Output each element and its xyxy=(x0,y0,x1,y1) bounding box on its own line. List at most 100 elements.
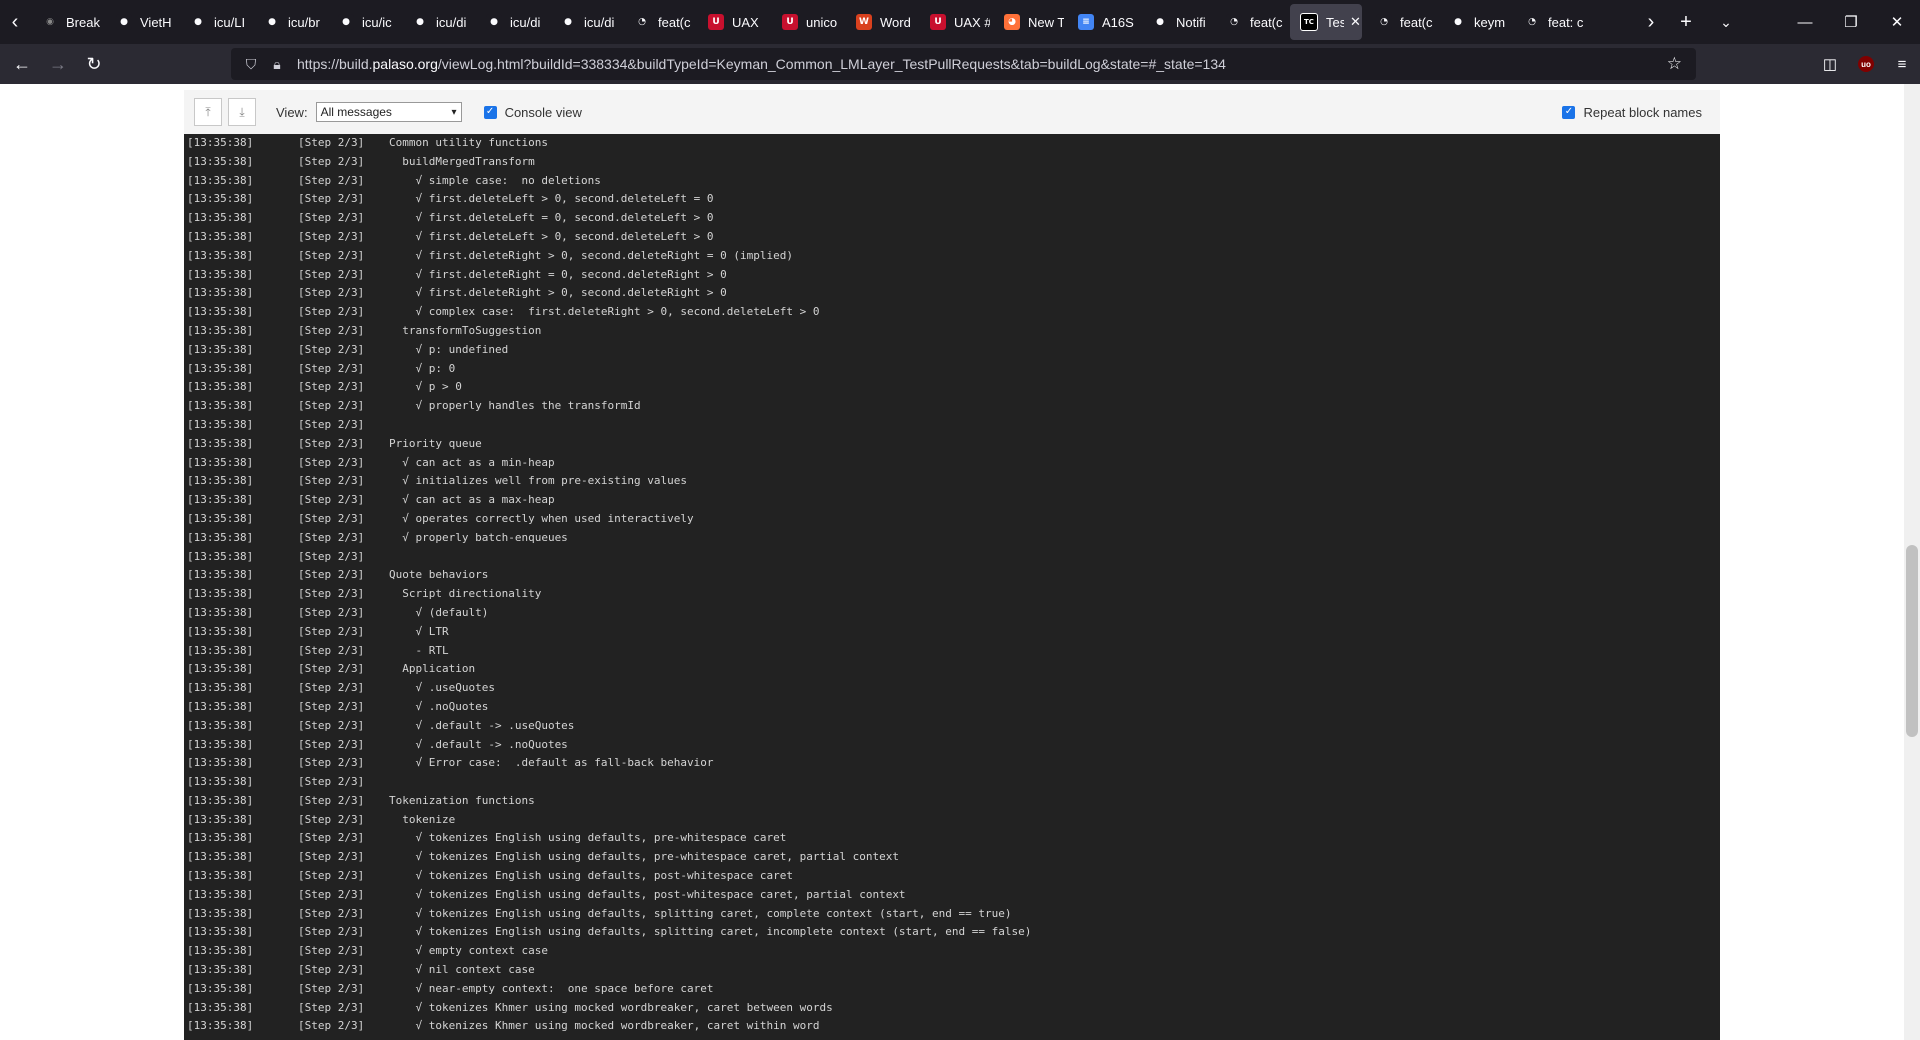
log-timestamp: [13:35:38] xyxy=(187,399,254,413)
browser-tab[interactable]: U UAX xyxy=(698,4,768,40)
log-step: [Step 2/3] xyxy=(298,699,365,713)
browser-tab[interactable]: ◉ Break xyxy=(32,4,102,40)
log-timestamp: [13:35:38] xyxy=(187,568,254,582)
log-step: [Step 2/3] xyxy=(298,1019,365,1033)
browser-tab-label: feat(c xyxy=(1400,14,1433,30)
scrollbar-thumb[interactable] xyxy=(1906,545,1918,737)
scroll-to-top-icon[interactable]: ⤒ xyxy=(194,98,222,126)
url-bar[interactable]: ⛉ 🔒︎ https://build.palaso.org/viewLog.ht… xyxy=(231,48,1696,80)
browser-tab[interactable]: ● icu/di xyxy=(402,4,472,40)
log-step: [Step 2/3] xyxy=(298,417,365,431)
log-line: [13:35:38] [Step 2/3] √ (default) xyxy=(184,604,1720,623)
log-message: - RTL xyxy=(389,643,449,657)
browser-tab[interactable]: ● icu/LI xyxy=(180,4,250,40)
unicode-icon: U xyxy=(782,14,798,30)
tracking-protection-icon[interactable]: ⛉ xyxy=(239,56,263,73)
bookmark-star-icon[interactable]: ☆ xyxy=(1667,54,1682,74)
log-line: [13:35:38] [Step 2/3] √ tokenizes English… xyxy=(184,867,1720,886)
browser-tab-label: icu/LI xyxy=(214,14,246,30)
log-step: [Step 2/3] xyxy=(298,775,365,789)
log-message: Script directionality xyxy=(389,587,542,601)
github-icon: ● xyxy=(264,14,280,30)
minimize-icon[interactable]: — xyxy=(1782,0,1828,44)
scroll-tabs-right-icon[interactable]: › xyxy=(1636,0,1666,44)
console-view-toggle[interactable]: ✓ Console view xyxy=(483,105,582,120)
log-timestamp: [13:35:38] xyxy=(187,248,254,262)
log-message: √ p: 0 xyxy=(389,361,456,375)
log-timestamp: [13:35:38] xyxy=(187,812,254,826)
log-line: [13:35:38] [Step 2/3] √ near-empty contex… xyxy=(184,980,1720,999)
window-controls: — ❐ ✕ xyxy=(1782,0,1920,44)
docs-icon: ≡ xyxy=(1078,14,1094,30)
view-label: View: xyxy=(276,104,308,120)
log-message: √ tokenizes English using defaults, pre-… xyxy=(389,831,787,845)
log-line: [13:35:38] [Step 2/3] √ tokenizes English… xyxy=(184,886,1720,905)
log-message: √ can act as a max-heap xyxy=(389,493,555,507)
log-step: [Step 2/3] xyxy=(298,681,365,695)
log-step: [Step 2/3] xyxy=(298,587,365,601)
log-step: [Step 2/3] xyxy=(298,718,365,732)
browser-tab[interactable]: Uunico xyxy=(772,4,842,40)
browser-tab[interactable]: ● icu/ic xyxy=(328,4,398,40)
log-line: [13:35:38] [Step 2/3] √ first.deleteLeft … xyxy=(184,228,1720,247)
log-line: [13:35:38] [Step 2/3] √ properly batch-en… xyxy=(184,529,1720,548)
log-message: √ first.deleteLeft > 0, second.deleteLef… xyxy=(389,229,714,243)
log-timestamp: [13:35:38] xyxy=(187,850,254,864)
browser-tab[interactable]: ● Notifi xyxy=(1142,4,1212,40)
back-icon[interactable]: ← xyxy=(8,50,36,78)
reload-icon[interactable]: ↻ xyxy=(80,50,108,78)
browser-tab[interactable]: ◔ feat: c xyxy=(1514,4,1584,40)
browser-tab[interactable]: ◕ New T xyxy=(994,4,1064,40)
browser-tab[interactable]: ● VietH xyxy=(106,4,176,40)
browser-tab[interactable]: U UAX # xyxy=(920,4,990,40)
log-line: [13:35:38] [Step 2/3] √ first.deleteRight… xyxy=(184,247,1720,266)
browser-tab[interactable]: ≡ A16S xyxy=(1068,4,1138,40)
log-message: √ tokenizes Khmer using mocked wordbreak… xyxy=(389,1000,833,1014)
chevron-down-icon: ▾ xyxy=(451,106,457,118)
browser-tab[interactable]: ◔ feat(c xyxy=(624,4,694,40)
close-window-icon[interactable]: ✕ xyxy=(1874,0,1920,44)
log-step: [Step 2/3] xyxy=(298,229,365,243)
restore-icon[interactable]: ❐ xyxy=(1828,0,1874,44)
browser-tab[interactable]: ◔ feat(c xyxy=(1216,4,1286,40)
log-timestamp: [13:35:38] xyxy=(187,756,254,770)
browser-tab[interactable]: ◔ feat(c xyxy=(1366,4,1436,40)
browser-tab[interactable]: ● keym xyxy=(1440,4,1510,40)
log-message: √ tokenizes English using defaults, spli… xyxy=(389,925,1032,939)
log-timestamp: [13:35:38] xyxy=(187,643,254,657)
log-line: [13:35:38] [Step 2/3] √ LTR xyxy=(184,623,1720,642)
pocket-icon[interactable]: ◫ xyxy=(1812,55,1848,73)
build-log-output: [13:35:38] [Step 2/3] Common utility funct… xyxy=(184,134,1720,1040)
log-timestamp: [13:35:38] xyxy=(187,662,254,676)
log-line: [13:35:38] [Step 2/3] Priority queue xyxy=(184,435,1720,454)
menu-icon[interactable]: ≡ xyxy=(1884,56,1920,73)
browser-tab[interactable]: ● icu/br xyxy=(254,4,324,40)
url-text[interactable]: https://build.palaso.org/viewLog.html?bu… xyxy=(297,56,1226,72)
github-icon: ● xyxy=(412,14,428,30)
repeat-block-names-toggle[interactable]: ✓ Repeat block names xyxy=(1562,105,1702,120)
log-step: [Step 2/3] xyxy=(298,399,365,413)
browser-tab[interactable]: W Word xyxy=(846,4,916,40)
browser-tab[interactable]: ● icu/di xyxy=(550,4,620,40)
scroll-tabs-left-icon[interactable]: ‹ xyxy=(0,0,30,44)
browser-tab-label: VietH xyxy=(140,14,172,30)
repeat-block-names-checkbox[interactable]: ✓ xyxy=(1562,105,1576,119)
close-tab-icon[interactable]: ✕ xyxy=(1350,14,1361,30)
browser-tab[interactable]: ● icu/di xyxy=(476,4,546,40)
download-log-icon[interactable]: ⤓ xyxy=(228,98,256,126)
build-log-toolbar: ⤒ ⤓ View: All messages ▾ ✓ Console view … xyxy=(184,90,1720,134)
view-select[interactable]: All messages ▾ xyxy=(315,102,462,122)
console-view-checkbox[interactable]: ✓ xyxy=(483,105,497,119)
log-timestamp: [13:35:38] xyxy=(187,305,254,319)
log-step: [Step 2/3] xyxy=(298,323,365,337)
new-tab-icon[interactable]: + xyxy=(1666,0,1706,44)
log-line: [13:35:38] [Step 2/3] √ tokenizes Khmer u… xyxy=(184,1017,1720,1036)
forward-icon[interactable]: → xyxy=(44,50,72,78)
ublock-origin-icon[interactable]: uo xyxy=(1848,56,1884,72)
lock-icon[interactable]: 🔒︎ xyxy=(265,56,289,73)
browser-tab[interactable]: TC Test ✕ xyxy=(1290,4,1362,40)
log-message: √ near-empty context: one space before c… xyxy=(389,981,714,995)
list-all-tabs-icon[interactable]: ⌄ xyxy=(1706,0,1746,44)
log-line: [13:35:38] [Step 2/3] Application xyxy=(184,660,1720,679)
log-timestamp: [13:35:38] xyxy=(187,906,254,920)
